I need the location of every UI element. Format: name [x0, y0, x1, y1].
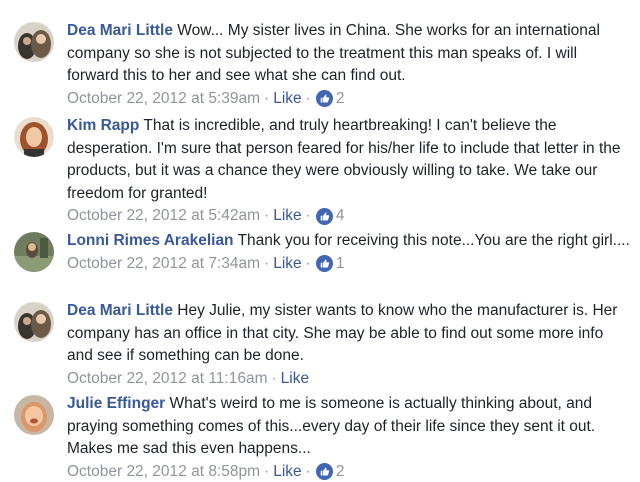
comment-meta: October 22, 2012 at 8:58pm · Like · 2 — [67, 461, 633, 482]
reaction-count[interactable]: 4 — [336, 205, 345, 227]
separator-dot: · — [264, 89, 270, 107]
comment-timestamp[interactable]: October 22, 2012 at 8:58pm — [67, 461, 260, 482]
like-button[interactable]: Like — [273, 205, 301, 227]
like-reaction-icon[interactable] — [315, 90, 333, 107]
comment-author-link[interactable]: Dea Mari Little — [67, 302, 173, 319]
comment-author-link[interactable]: Lonni Rimes Arakelian — [67, 232, 234, 249]
avatar[interactable] — [14, 302, 54, 342]
like-button[interactable]: Like — [273, 461, 301, 482]
reaction-count[interactable]: 2 — [336, 461, 345, 482]
comment-thread: Dea Mari Little Wow... My sister lives i… — [0, 0, 640, 482]
avatar[interactable] — [14, 117, 54, 157]
profile-photo-icon — [14, 22, 54, 62]
profile-photo-icon — [14, 117, 54, 157]
like-reaction-icon[interactable] — [315, 207, 333, 225]
like-button[interactable]: Like — [281, 368, 309, 390]
comment-author-link[interactable]: Dea Mari Little — [67, 22, 173, 39]
profile-photo-icon — [14, 395, 54, 435]
comment-author-link[interactable]: Julie Effinger — [67, 395, 165, 412]
like-button[interactable]: Like — [273, 253, 301, 275]
avatar[interactable] — [14, 232, 54, 272]
like-reaction-icon[interactable] — [315, 255, 333, 272]
comment-timestamp[interactable]: October 22, 2012 at 11:16am — [67, 368, 268, 390]
separator-dot: · — [264, 462, 270, 480]
comment-content: Julie Effinger What's weird to me is som… — [67, 393, 633, 461]
avatar[interactable] — [14, 395, 54, 435]
reaction-count[interactable]: 2 — [336, 88, 345, 110]
separator-dot: · — [305, 207, 311, 224]
separator-dot: · — [264, 254, 270, 272]
separator-dot: · — [305, 89, 311, 107]
like-reaction-icon[interactable] — [315, 463, 333, 480]
comment-text: Thank you for receiving this note...You … — [237, 232, 630, 249]
comment-content: Lonni Rimes Arakelian Thank you for rece… — [67, 230, 633, 253]
separator-dot: · — [305, 254, 311, 272]
comment-content: Dea Mari Little Hey Julie, my sister wan… — [67, 300, 633, 368]
comment-content: Kim Rapp That is incredible, and truly h… — [67, 115, 633, 205]
profile-photo-icon — [14, 302, 54, 342]
comment-timestamp[interactable]: October 22, 2012 at 5:42am — [67, 205, 260, 227]
comment-text: That is incredible, and truly heartbreak… — [67, 117, 621, 202]
comment-content: Dea Mari Little Wow... My sister lives i… — [67, 20, 633, 88]
separator-dot: · — [271, 369, 277, 387]
separator-dot: · — [305, 462, 311, 480]
comment-timestamp[interactable]: October 22, 2012 at 5:39am — [67, 88, 260, 110]
reaction-count[interactable]: 1 — [336, 253, 345, 275]
profile-photo-icon — [14, 232, 54, 272]
comment-timestamp[interactable]: October 22, 2012 at 7:34am — [67, 253, 260, 275]
comment-meta: October 22, 2012 at 7:34am · Like · 1 — [67, 253, 633, 275]
separator-dot: · — [264, 207, 270, 224]
like-button[interactable]: Like — [273, 88, 301, 110]
comment-author-link[interactable]: Kim Rapp — [67, 117, 139, 134]
comment-meta: October 22, 2012 at 5:39am · Like · 2 — [67, 88, 633, 110]
avatar[interactable] — [14, 22, 54, 62]
comment-meta: October 22, 2012 at 11:16am · Like — [67, 368, 633, 390]
comment-meta: October 22, 2012 at 5:42am · Like · 4 — [67, 205, 633, 227]
